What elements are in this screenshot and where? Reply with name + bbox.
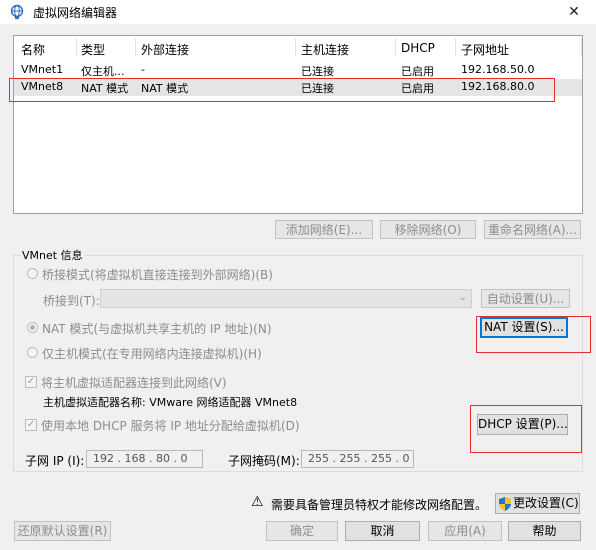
close-button[interactable]: ✕ [552, 0, 596, 24]
highlight-box-dhcp [470, 405, 582, 453]
bridge-mode-radio[interactable] [27, 268, 38, 279]
cell-type: 仅主机... [81, 65, 125, 78]
column-header-type[interactable]: 类型 [81, 41, 105, 58]
highlight-box-vmnet8 [9, 78, 555, 102]
apply-button[interactable]: 应用(A) [428, 521, 502, 541]
column-header-host[interactable]: 主机连接 [301, 41, 349, 58]
list-header: 名称 类型 外部连接 主机连接 DHCP 子网地址 [14, 36, 582, 58]
change-settings-label: 更改设置(C) [513, 496, 579, 510]
restore-defaults-button[interactable]: 还原默认设置(R) [14, 521, 111, 541]
bridge-mode-label: 桥接模式(将虚拟机直接连接到外部网络)(B) [42, 268, 273, 282]
ok-button[interactable]: 确定 [266, 521, 338, 541]
column-header-name[interactable]: 名称 [21, 41, 45, 58]
connect-adapter-label: 将主机虚拟适配器连接到此网络(V) [41, 376, 227, 390]
remove-network-button[interactable]: 移除网络(O) [380, 220, 476, 239]
warning-icon: ⚠ [251, 494, 264, 510]
admin-notice-text: 需要具备管理员特权才能修改网络配置。 [271, 498, 488, 512]
change-settings-button[interactable]: 更改设置(C) [495, 493, 580, 514]
rename-network-button[interactable]: 重命名网络(A)... [484, 220, 581, 239]
table-row[interactable]: VMnet1 仅主机... - 已连接 已启用 192.168.50.0 [14, 62, 582, 79]
auto-settings-button[interactable]: 自动设置(U)... [481, 289, 570, 308]
cell-host: 已连接 [301, 65, 334, 78]
cell-subnet: 192.168.50.0 [461, 63, 535, 76]
add-network-button[interactable]: 添加网络(E)... [275, 220, 373, 239]
cell-dhcp: 已启用 [401, 65, 434, 78]
host-only-radio[interactable] [27, 347, 38, 358]
virtual-network-editor-window: 虚拟网络编辑器 ✕ 名称 类型 外部连接 主机连接 DHCP 子网地址 VMne… [0, 0, 596, 550]
column-header-external[interactable]: 外部连接 [141, 41, 189, 58]
subnet-mask-label: 子网掩码(M): [228, 454, 300, 468]
column-header-subnet[interactable]: 子网地址 [461, 41, 509, 58]
nat-mode-radio[interactable] [27, 322, 38, 333]
cell-external: - [141, 63, 145, 76]
cell-name: VMnet1 [21, 63, 64, 76]
cancel-button[interactable]: 取消 [345, 521, 420, 541]
highlight-box-nat [476, 316, 591, 353]
use-dhcp-label: 使用本地 DHCP 服务将 IP 地址分配给虚拟机(D) [41, 419, 300, 433]
bridge-to-label: 桥接到(T): [43, 294, 100, 308]
subnet-ip-field[interactable]: 192 . 168 . 80 . 0 [86, 450, 203, 468]
bridge-to-select[interactable]: ⌄ [100, 289, 472, 308]
window-title: 虚拟网络编辑器 [33, 6, 118, 20]
use-dhcp-checkbox[interactable]: ✓ [25, 419, 37, 431]
vmnet-info-title: VMnet 信息 [20, 247, 85, 263]
uac-shield-icon [499, 497, 511, 511]
connect-adapter-checkbox[interactable]: ✓ [25, 376, 37, 388]
host-only-label: 仅主机模式(在专用网络内连接虚拟机)(H) [42, 347, 262, 361]
help-button[interactable]: 帮助 [508, 521, 581, 541]
chevron-down-icon: ⌄ [458, 292, 467, 303]
adapter-name-text: 主机虚拟适配器名称: VMware 网络适配器 VMnet8 [43, 396, 298, 409]
subnet-mask-field[interactable]: 255 . 255 . 255 . 0 [301, 450, 414, 468]
title-bar: 虚拟网络编辑器 ✕ [0, 0, 596, 24]
network-list[interactable]: 名称 类型 外部连接 主机连接 DHCP 子网地址 VMnet1 仅主机... … [13, 35, 583, 214]
nat-mode-label: NAT 模式(与虚拟机共享主机的 IP 地址)(N) [42, 322, 272, 336]
column-header-dhcp[interactable]: DHCP [401, 41, 435, 55]
subnet-ip-label: 子网 IP (I): [25, 454, 85, 468]
network-globe-icon [10, 4, 24, 19]
